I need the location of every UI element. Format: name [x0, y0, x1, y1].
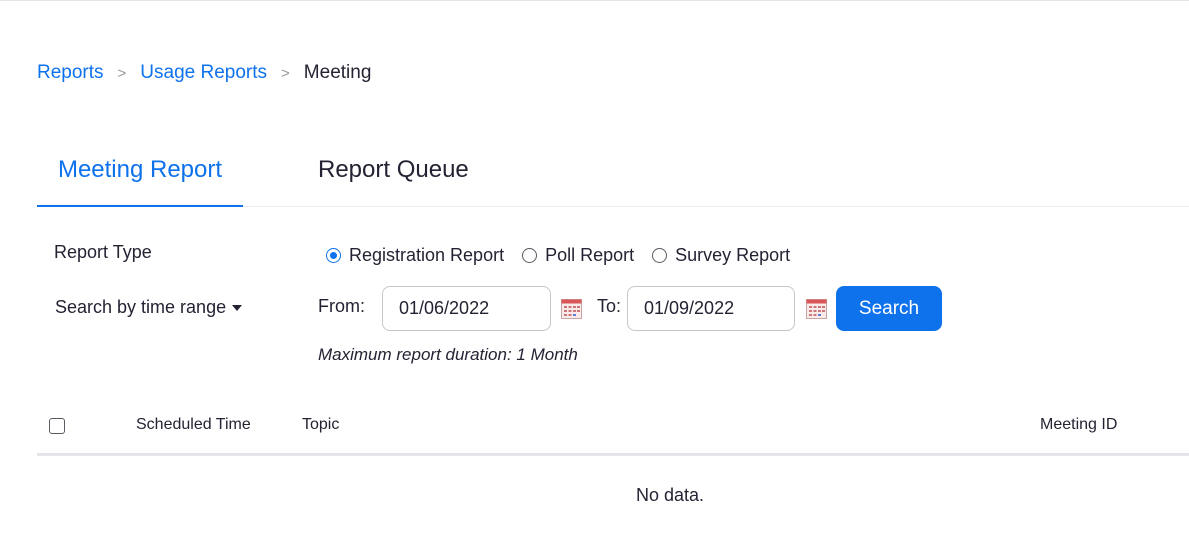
to-date-input[interactable]: 01/09/2022 — [627, 286, 795, 331]
table-header: Scheduled Time Topic Meeting ID — [37, 406, 1189, 456]
time-range-label: Search by time range — [55, 297, 227, 317]
calendar-icon[interactable] — [561, 298, 582, 319]
select-all-checkbox[interactable] — [49, 418, 65, 434]
column-header-topic: Topic — [302, 416, 340, 433]
search-button[interactable]: Search — [836, 286, 942, 331]
radio-unchecked-icon — [522, 248, 538, 263]
radio-label: Poll Report — [545, 245, 635, 265]
radio-label: Survey Report — [675, 245, 791, 265]
radio-unchecked-icon — [652, 248, 668, 263]
radio-label: Registration Report — [349, 245, 505, 265]
radio-checked-icon — [326, 248, 341, 263]
tab-report-queue[interactable]: Report Queue — [318, 146, 469, 207]
breadcrumb-separator: > — [281, 64, 290, 82]
breadcrumb-usage-reports-link[interactable]: Usage Reports — [140, 62, 267, 84]
caret-down-icon — [232, 304, 243, 311]
breadcrumb-separator: > — [117, 64, 127, 82]
report-type-radio-group: Registration Report Poll Report Survey R… — [326, 245, 808, 266]
report-tabs: Meeting Report Report Queue — [37, 146, 1189, 207]
radio-registration-report[interactable]: Registration Report — [326, 245, 504, 266]
empty-table-message: No data. — [635, 485, 705, 505]
breadcrumb: Reports > Usage Reports > Meeting — [37, 60, 371, 86]
from-date-input[interactable]: 01/06/2022 — [382, 286, 551, 331]
calendar-icon[interactable] — [806, 298, 827, 319]
breadcrumb-current: Meeting — [303, 62, 372, 83]
report-type-label: Report Type — [54, 242, 152, 262]
tab-meeting-report[interactable]: Meeting Report — [37, 146, 243, 207]
to-label: To: — [597, 296, 622, 316]
time-range-dropdown[interactable]: Search by time range — [55, 297, 243, 318]
from-label: From: — [318, 296, 365, 316]
breadcrumb-reports-link[interactable]: Reports — [37, 62, 104, 84]
column-header-scheduled-time: Scheduled Time — [136, 416, 251, 433]
radio-survey-report[interactable]: Survey Report — [652, 245, 790, 266]
top-border — [0, 0, 1189, 3]
max-duration-hint: Maximum report duration: 1 Month — [318, 345, 578, 364]
column-header-meeting-id: Meeting ID — [1040, 416, 1118, 433]
radio-poll-report[interactable]: Poll Report — [522, 245, 634, 266]
